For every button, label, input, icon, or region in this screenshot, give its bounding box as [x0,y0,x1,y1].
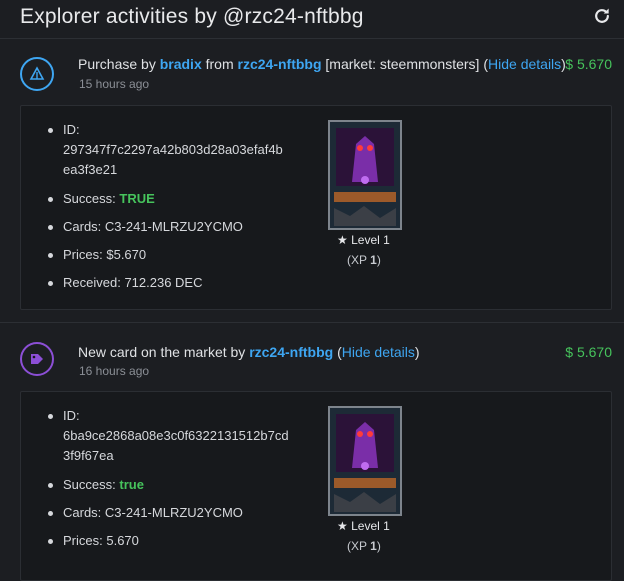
card-level-text: Level 1 [351,233,390,247]
star-icon: ★ [337,233,348,247]
details-list: ID: 6ba9ce2868a08e3c0f6322131512b7cd 3f9… [48,406,289,551]
xp-prefix: (XP [347,253,371,267]
from-word: from [205,56,234,72]
hide-details-link[interactable]: Hide details [342,344,415,360]
star-icon: ★ [337,519,348,533]
detail-received: Received: 712.236 DEC [48,273,283,293]
xp-prefix: (XP [347,539,371,553]
activity-item-purchase: Purchase by bradix from rzc24-nftbbg [ma… [0,45,624,315]
activity-amount: $ 5.670 [565,56,612,72]
card-image[interactable] [328,406,402,516]
detail-cards: Cards: C3-241-MLRZU2YCMO [48,503,289,523]
activity-amount: $ 5.670 [565,344,612,360]
id-label: ID: [63,122,80,137]
card-level-text: Level 1 [351,519,390,533]
activity-item-new-card: New card on the market by rzc24-nftbbg (… [0,330,624,581]
detail-id: ID: 6ba9ce2868a08e3c0f6322131512b7cd 3f9… [48,406,289,466]
xp-value: 1 [370,253,377,267]
activity-summary: Purchase by bradix from rzc24-nftbbg [ma… [78,56,566,72]
details-panel: ID: 6ba9ce2868a08e3c0f6322131512b7cd 3f9… [20,391,612,581]
card-xp: (XP 1) [347,539,381,553]
prices-label: Prices: [63,533,103,548]
xp-suffix: ) [376,253,381,267]
xp-value: 1 [370,539,377,553]
id-label: ID: [63,408,80,423]
hide-details-link[interactable]: Hide details [488,56,561,72]
received-value: 712.236 DEC [124,275,203,290]
card-xp: (XP 1) [347,253,381,267]
page-header: Explorer activities by @rzc24-nftbbg [0,0,624,39]
page-title: Explorer activities by @rzc24-nftbbg [20,5,364,28]
id-value-line1: 6ba9ce2868a08e3c0f6322131512b7cd [63,428,289,443]
card-level: ★ Level 1 [337,519,390,533]
activity-type: Purchase by [78,56,156,72]
detail-success: Success: TRUE [48,189,283,209]
cards-label: Cards: [63,505,102,520]
seller-link[interactable]: rzc24-nftbbg [238,56,322,72]
id-value-line2: ea3f3e21 [63,162,118,177]
activity-type: New card on the market by [78,344,246,360]
success-label: Success: [63,477,116,492]
id-value-line1: 297347f7c2297a42b803d28a03efaf4b [63,142,283,157]
details-list: ID: 297347f7c2297a42b803d28a03efaf4b ea3… [48,120,283,293]
xp-suffix: ) [376,539,381,553]
id-value-line2: 3f9f67ea [63,448,114,463]
details-panel: ID: 297347f7c2297a42b803d28a03efaf4b ea3… [20,105,612,310]
detail-cards: Cards: C3-241-MLRZU2YCMO [48,217,283,237]
card-level: ★ Level 1 [337,233,390,247]
cards-value: C3-241-MLRZU2YCMO [104,505,243,520]
detail-success: Success: true [48,475,289,495]
paren-close: ) [414,344,420,360]
prices-value: 5.670 [106,533,139,548]
card-image[interactable] [328,120,402,230]
buyer-link[interactable]: bradix [160,56,202,72]
received-label: Received: [63,275,121,290]
activity-summary: New card on the market by rzc24-nftbbg (… [78,344,420,360]
activity-time: 15 hours ago [79,77,150,91]
market-tent-icon [20,57,54,91]
prices-label: Prices: [63,247,103,262]
activity-divider [0,322,624,323]
detail-id: ID: 297347f7c2297a42b803d28a03efaf4b ea3… [48,120,283,180]
detail-prices: Prices: 5.670 [48,531,289,551]
refresh-icon[interactable] [592,6,612,26]
cards-label: Cards: [63,219,102,234]
success-value: true [119,477,144,492]
success-label: Success: [63,191,116,206]
market-text: [market: steemmonsters] [325,56,480,72]
tag-icon [20,342,54,376]
prices-value: $5.670 [106,247,147,262]
seller-link[interactable]: rzc24-nftbbg [249,344,333,360]
activity-time: 16 hours ago [79,364,150,378]
success-value: TRUE [119,191,155,206]
detail-prices: Prices: $5.670 [48,245,283,265]
cards-value: C3-241-MLRZU2YCMO [104,219,243,234]
